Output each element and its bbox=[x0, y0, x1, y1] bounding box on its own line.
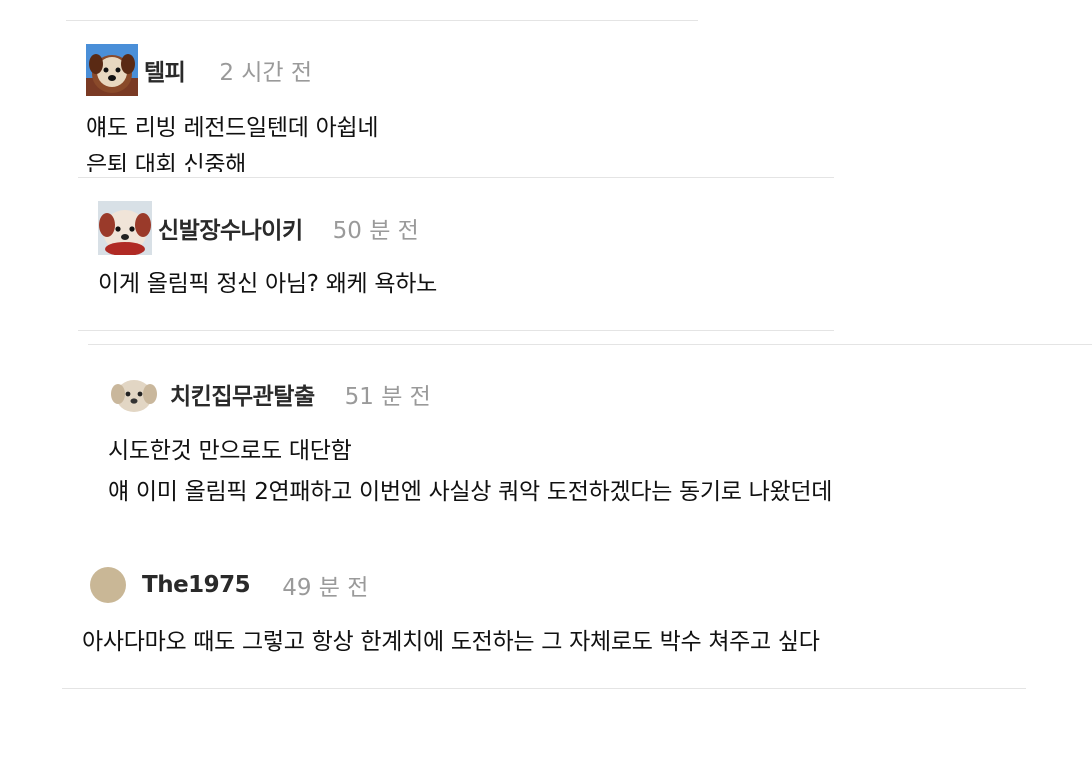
comment-line: 얘도 리빙 레전드일텐데 아쉽네 bbox=[86, 115, 379, 141]
comment-username[interactable]: 신발장수나이키 bbox=[158, 211, 303, 245]
puppy-icon[interactable] bbox=[110, 372, 158, 416]
comment-line: 시도한것 만으로도 대단함 bbox=[108, 438, 352, 464]
comment-timestamp: 51 분 전 bbox=[344, 384, 431, 410]
comment-text: 얘도 리빙 레전드일텐데 아쉽네 은퇴 대회 신중해 bbox=[86, 110, 379, 172]
comment-text: 시도한것 만으로도 대단함 얘 이미 올림픽 2연패하고 이번엔 사실상 쿼악 … bbox=[108, 433, 832, 511]
comment-line: 아사다마오 때도 그렇고 항상 한계치에 도전하는 그 자체로도 박수 쳐주고 … bbox=[82, 629, 820, 655]
comment-item: The1975 49 분 전 아사다마오 때도 그렇고 항상 한계치에 도전하는… bbox=[62, 545, 1026, 687]
default-avatar-icon[interactable] bbox=[90, 567, 126, 603]
comment-username[interactable]: The1975 bbox=[142, 572, 251, 598]
comment-line: 이게 올림픽 정신 아님? 왜케 욕하노 bbox=[98, 271, 438, 297]
comment-timestamp: 50 분 전 bbox=[332, 218, 419, 244]
comment-username[interactable]: 치킨집무관탈출 bbox=[170, 377, 315, 411]
comment-username[interactable]: 텔피 bbox=[144, 53, 186, 87]
dog-face-icon[interactable] bbox=[86, 44, 138, 96]
comment-timestamp: 2 시간 전 bbox=[219, 60, 313, 86]
comment-timestamp: 49 분 전 bbox=[282, 575, 369, 601]
comment-text: 이게 올림픽 정신 아님? 왜케 욕하노 bbox=[98, 266, 437, 303]
separator-top bbox=[66, 20, 698, 21]
comment-line: 은퇴 대회 신중해 bbox=[86, 152, 247, 172]
separator-bottom bbox=[62, 688, 1026, 689]
comment-line: 얘 이미 올림픽 2연패하고 이번엔 사실상 쿼악 도전하겠다는 동기로 나왔던… bbox=[108, 479, 833, 505]
comment-item: 텔피 2 시간 전 얘도 리빙 레전드일텐데 아쉽네 은퇴 대회 신중해 bbox=[66, 22, 698, 172]
separator bbox=[78, 330, 834, 331]
comment-item: 치킨집무관탈출 51 분 전 시도한것 만으로도 대단함 얘 이미 올림픽 2연… bbox=[88, 345, 1092, 525]
comment-item: 신발장수나이키 50 분 전 이게 올림픽 정신 아님? 왜케 욕하노 bbox=[78, 178, 834, 330]
comment-text: 아사다마오 때도 그렇고 항상 한계치에 도전하는 그 자체로도 박수 쳐주고 … bbox=[82, 624, 820, 661]
dog-face-icon[interactable] bbox=[98, 201, 152, 255]
